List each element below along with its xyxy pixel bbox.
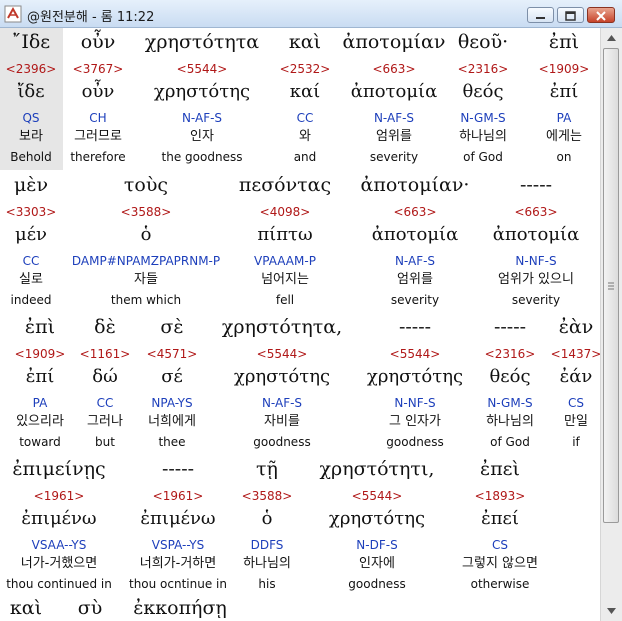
parse-code: PA [556, 111, 572, 125]
minimize-button[interactable] [527, 7, 554, 23]
english-gloss: if [572, 435, 580, 449]
strong-number[interactable]: <663> [446, 205, 600, 219]
greek-word[interactable]: ἐπὶ [474, 31, 600, 53]
english-gloss: otherwise [470, 577, 530, 591]
maximize-icon [565, 11, 576, 21]
close-button[interactable] [587, 7, 615, 23]
vertical-scrollbar[interactable] [600, 28, 622, 621]
lemma-word: ἐάν [559, 366, 593, 387]
korean-gloss: 에게는 [546, 129, 582, 144]
grip-icon [608, 282, 614, 290]
english-gloss: on [556, 150, 572, 164]
scroll-down-button[interactable] [602, 602, 621, 619]
minimize-icon [536, 17, 545, 19]
scroll-thumb[interactable] [603, 48, 619, 523]
title-bar: @원전분해 - 롬 11:22 [0, 0, 622, 28]
parse-code: N-NF-S [515, 254, 557, 268]
lemma-word: ἀποτομία [492, 224, 580, 245]
strong-number[interactable]: <1909> [474, 62, 600, 76]
greek-word[interactable]: ἐὰν [486, 316, 600, 338]
english-gloss: severity [511, 293, 561, 307]
close-icon [596, 11, 606, 21]
lemma-word: ἐπεί [481, 508, 519, 529]
korean-gloss: 엄위가 있으니 [498, 272, 574, 287]
scroll-up-button[interactable] [602, 29, 621, 46]
arrow-up-icon [607, 34, 616, 41]
strong-number[interactable]: <1893> [410, 489, 590, 503]
lemma-word: ἐπί [549, 81, 579, 102]
maximize-button[interactable] [557, 7, 584, 23]
app-icon[interactable] [4, 5, 22, 23]
window-title: @원전분해 - 롬 11:22 [27, 10, 155, 25]
parse-code: CS [568, 396, 584, 410]
korean-gloss: 만일 [564, 414, 588, 429]
interlinear-content[interactable]: ῎Ιδε <2396> ἴδε QS 보라 Behold οὖν <3767> οὖν CH 그러므… [0, 28, 600, 621]
greek-word[interactable]: ἐπεὶ [410, 458, 590, 480]
strong-number[interactable]: <1437> [486, 347, 600, 361]
arrow-down-icon [607, 607, 616, 614]
korean-gloss: 그렇지 않으면 [462, 556, 538, 571]
greek-word[interactable]: ἐκκοπήσῃ [90, 597, 270, 619]
greek-word[interactable]: ----- [446, 174, 600, 196]
parse-code: CS [492, 538, 508, 552]
